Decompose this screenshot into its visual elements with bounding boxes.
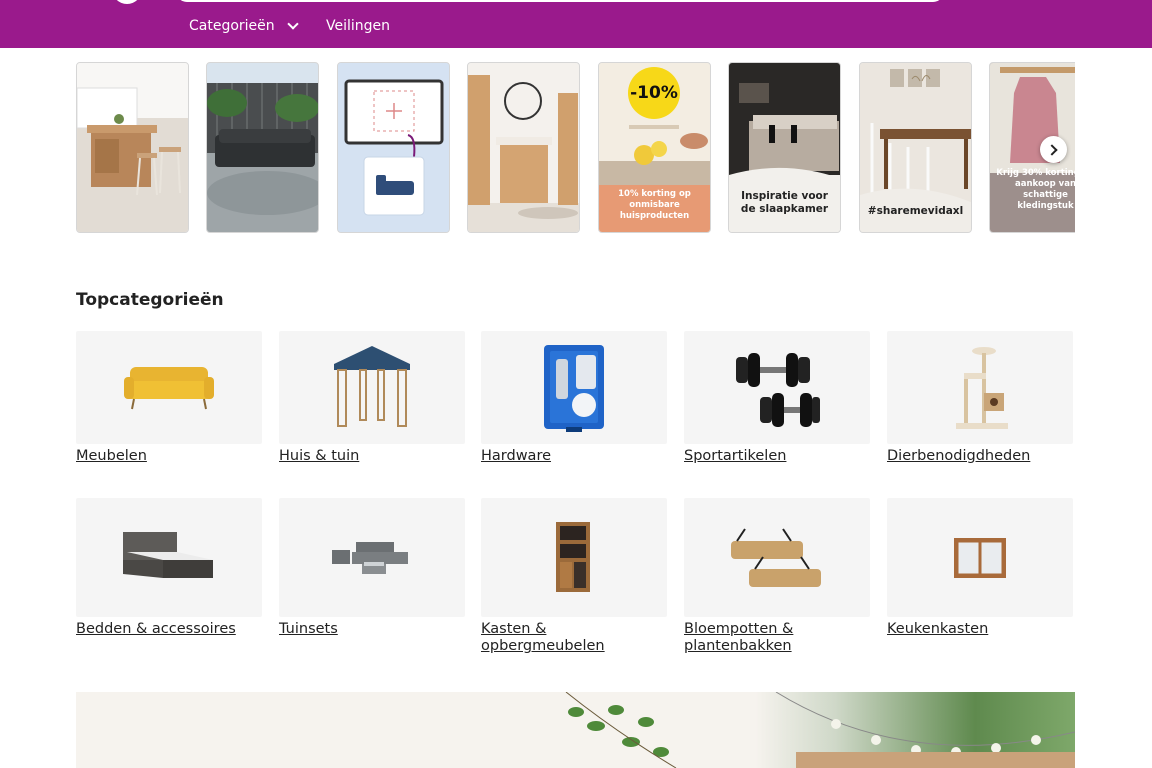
category-link[interactable]: Bedden & accessoires [76,621,262,638]
gazebo-icon [334,345,410,427]
garden-lights-image [565,692,1075,768]
story-garden-lounge[interactable] [206,62,319,233]
discount-badge: -10% [628,67,680,119]
category-tile-garden-sets[interactable]: Tuinsets [279,498,465,638]
story-carousel: -10% 10% korting op onmisbare huisproduc… [76,62,1075,234]
story-caption: 10% korting op onmisbare huisproducten [618,189,691,221]
spray-gun-case-icon [544,344,604,432]
carousel-next-button[interactable] [1040,136,1067,163]
story-caption: Inspiratie voor de slaapkamer [740,190,829,215]
chevron-right-icon [1046,143,1058,156]
story-caption: #sharemevidaxl [867,205,964,217]
category-link[interactable]: Tuinsets [279,621,465,638]
story-bathroom-cabinet[interactable] [467,62,580,233]
story-caption: Krijg 30% korting bij aankoop van schatt… [996,168,1075,211]
category-image [279,331,465,444]
nav-auctions[interactable]: Veilingen [326,18,390,34]
category-tile-sports[interactable]: Sportartikelen [684,331,870,465]
category-tile-kitchen-cabinets[interactable]: Keukenkasten [887,498,1073,638]
category-image [481,498,667,617]
sofa-icon [124,366,214,409]
category-image [481,331,667,444]
category-link[interactable]: Hardware [481,448,667,465]
discount-badge-text: -10% [630,83,678,103]
category-link[interactable]: Meubelen [76,448,262,465]
category-link[interactable]: Kasten & opbergmeubelen [481,621,667,655]
category-image [684,498,870,617]
nav-categories[interactable]: Categorieën [189,18,299,34]
story-kitchen-island[interactable] [76,62,189,233]
dumbbells-icon [736,352,820,427]
category-image [76,331,262,444]
category-image [76,498,262,617]
category-tile-planters[interactable]: Bloempotten & plantenbakken [684,498,870,655]
category-tile-furniture[interactable]: Meubelen [76,331,262,465]
category-tile-hardware[interactable]: Hardware [481,331,667,465]
story-discount-10[interactable]: -10% 10% korting op onmisbare huisproduc… [598,62,711,233]
nav-auctions-label: Veilingen [326,18,391,34]
story-room-planner[interactable] [337,62,450,233]
garden-set-icon [332,541,408,574]
category-image [887,331,1073,444]
section-title: Topcategorieën [76,290,224,310]
category-tile-pets[interactable]: Dierbenodigdheden [887,331,1073,465]
kitchen-cabinet-icon [954,537,1006,578]
kitchen-island-image [77,63,188,232]
bathroom-cabinet-image [468,63,579,232]
bookcase-icon [556,521,590,592]
chevron-down-icon [286,18,299,30]
planter-icon [731,527,821,587]
promo-banner[interactable] [76,692,1075,768]
category-tile-home-garden[interactable]: Huis & tuin [279,331,465,465]
garden-lounge-image [207,63,318,232]
story-sharemevidaxl[interactable]: #sharemevidaxl [859,62,972,233]
category-image [684,331,870,444]
top-header: Categorieën Veilingen [0,0,1152,48]
category-link[interactable]: Bloempotten & plantenbakken [684,621,870,655]
category-tile-storage[interactable]: Kasten & opbergmeubelen [481,498,667,655]
category-image [279,498,465,617]
nav-categories-label: Categorieën [189,18,275,34]
search-input[interactable] [176,0,944,2]
story-bedroom-inspiration[interactable]: Inspiratie voor de slaapkamer [728,62,841,233]
category-image [887,498,1073,617]
bed-icon [123,531,213,578]
room-planner-image [338,63,449,232]
cat-tree-icon [956,346,1008,429]
category-link[interactable]: Sportartikelen [684,448,870,465]
category-tile-beds[interactable]: Bedden & accessoires [76,498,262,638]
category-link[interactable]: Keukenkasten [887,621,1073,638]
category-link[interactable]: Huis & tuin [279,448,465,465]
logo[interactable] [112,0,142,4]
category-link[interactable]: Dierbenodigdheden [887,448,1073,465]
